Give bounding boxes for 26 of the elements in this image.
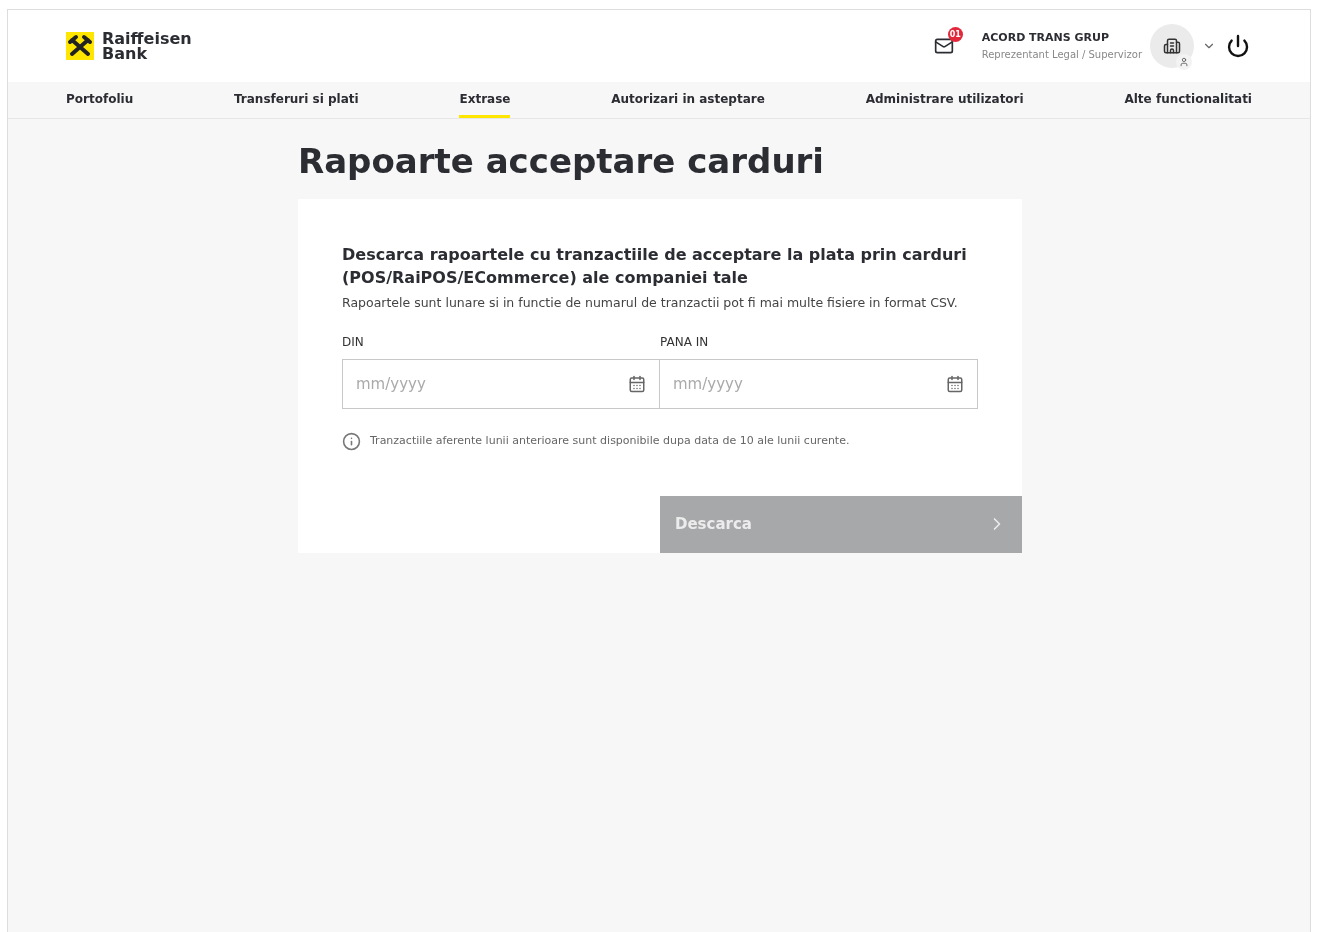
company-avatar[interactable]: [1150, 24, 1194, 68]
user-role: Reprezentant Legal / Supervizor: [981, 47, 1142, 62]
nav-tab[interactable]: Transferuri si plati: [234, 82, 359, 118]
calendar-icon[interactable]: [946, 374, 964, 393]
nav-tab[interactable]: Portofoliu: [66, 82, 134, 118]
logout-icon[interactable]: [1226, 34, 1250, 58]
logo-text: Bank: [102, 46, 149, 61]
company-name: ACORD TRANS GRUP: [981, 30, 1111, 47]
messages-button[interactable]: [933, 36, 954, 56]
info-note: Tranzactiile aferente lunii anterioare sunt disponibile dupa data de 10 ale lunii curente.: [370, 433, 850, 449]
nav-tab[interactable]: Administrare utilizatori: [865, 82, 1024, 118]
field-label: DIN: [342, 333, 365, 351]
page-title: Rapoarte acceptare carduri: [298, 141, 826, 181]
calendar-icon[interactable]: [628, 374, 646, 393]
message-count-badge: 01: [947, 27, 963, 42]
logo-text: Raiffeisen: [102, 31, 192, 46]
info-icon: [342, 431, 361, 451]
date-field[interactable]: mm/yyyy: [660, 358, 978, 409]
date-field[interactable]: mm/yyyy: [342, 358, 660, 409]
logo-icon: [66, 32, 94, 60]
nav-tab[interactable]: Extrase: [459, 82, 511, 118]
nav-tab[interactable]: Alte functionalitati: [1124, 82, 1252, 118]
card-heading: Descarca rapoartele cu tranzactiile de acceptare la plata prin carduri (POS/RaiPOS/ECommerce) ale companiei tale: [342, 244, 968, 289]
card-description: Rapoartele sunt lunare si in functie de numarul de tranzactii pot fi mai multe fisiere in format CSV.: [342, 294, 959, 312]
nav-tab[interactable]: Autorizari in asteptare: [611, 82, 765, 118]
field-label: PANA IN: [660, 333, 710, 351]
